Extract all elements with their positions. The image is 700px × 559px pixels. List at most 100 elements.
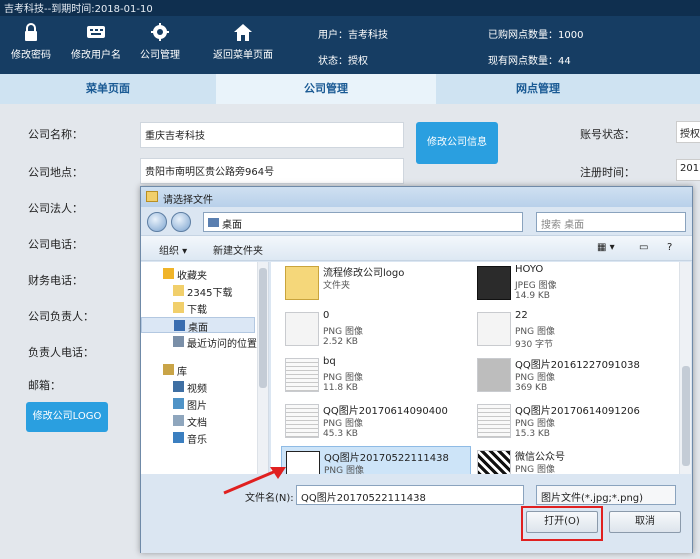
tree-item[interactable]: 下载 — [141, 300, 255, 316]
company-manage-label: 公司管理 — [140, 50, 180, 61]
view-icon[interactable]: ▦ ▾ — [597, 242, 615, 253]
address-bar[interactable]: 桌面 — [203, 212, 523, 232]
open-button-highlight — [521, 506, 603, 541]
tree-item-label: 桌面 — [188, 323, 208, 334]
file-item[interactable]: bq PNG 图像 11.8 KB — [281, 354, 471, 398]
help-icon[interactable]: ? — [667, 242, 672, 253]
tab-company[interactable]: 公司管理 — [216, 74, 436, 104]
tree-item[interactable]: 收藏夹 — [141, 266, 255, 282]
modify-info-button[interactable]: 修改公司信息 — [416, 122, 498, 164]
window-title: 吉考科技--到期时间:2018-01-10 — [4, 4, 153, 15]
file-list-scrollbar[interactable] — [679, 262, 691, 474]
search-input[interactable]: 搜索 桌面 — [536, 212, 686, 232]
file-item[interactable]: 流程修改公司logo 文件夹 — [281, 262, 471, 306]
file-type: JPEG 图像 — [515, 281, 557, 291]
user-info: 用户：吉考科技 — [318, 30, 388, 41]
image-thumbnail — [477, 358, 511, 392]
file-name: bq — [323, 356, 336, 367]
account-status-field[interactable]: 授权 — [676, 121, 700, 143]
modify-logo-button[interactable]: 修改公司LOGO — [26, 402, 108, 432]
back-to-menu-button[interactable]: 返回菜单页面 — [208, 22, 278, 68]
company-name-field[interactable]: 重庆吉考科技 — [140, 122, 404, 148]
image-thumbnail — [477, 312, 511, 346]
file-item[interactable]: QQ图片20170614090400 PNG 图像 45.3 KB — [281, 400, 471, 444]
image-thumbnail — [285, 358, 319, 392]
change-username-label: 修改用户名 — [71, 50, 121, 61]
file-item[interactable]: 微信公众号PNG 图像4.69 KB — [473, 446, 663, 474]
file-name: 22 — [515, 310, 528, 321]
file-item[interactable]: 22 PNG 图像 930 字节 — [473, 308, 663, 352]
tree-item[interactable]: 图片 — [141, 396, 255, 412]
tree-item[interactable]: 桌面 — [141, 317, 255, 334]
file-size: 11.8 KB — [323, 383, 358, 393]
tab-menu[interactable]: 菜单页面 — [0, 74, 216, 104]
change-password-button[interactable]: 修改密码 — [6, 22, 56, 68]
tab-bar: 菜单页面 公司管理 网点管理 — [0, 74, 700, 104]
company-address-field[interactable]: 贵阳市南明区贵公路旁964号 — [140, 158, 404, 184]
file-size: 14.9 KB — [515, 291, 550, 301]
folder-icon — [173, 285, 184, 296]
file-name: 微信公众号 — [515, 452, 565, 463]
preview-pane-icon[interactable]: ▭ — [639, 242, 648, 253]
file-item[interactable]: QQ图片20161227091038 PNG 图像 369 KB — [473, 354, 663, 398]
folder-icon — [146, 191, 158, 202]
file-name: QQ图片20170614091206 — [515, 406, 640, 417]
desktop-icon — [174, 320, 185, 331]
image-thumbnail — [477, 266, 511, 300]
tree-item-label: 最近访问的位置 — [187, 339, 257, 350]
document-icon — [173, 415, 184, 426]
address-row: 桌面 搜索 桌面 — [141, 207, 692, 235]
navigation-pane: 收藏夹 2345下载 下载桌面最近访问的位置库视频 图片文档音乐 — [141, 262, 269, 474]
file-item[interactable]: QQ图片20170614091206 PNG 图像 15.3 KB — [473, 400, 663, 444]
change-password-label: 修改密码 — [11, 50, 51, 61]
file-type: PNG 图像 — [515, 327, 555, 337]
dialog-title-bar: 请选择文件 — [141, 187, 692, 207]
register-time-label: 注册时间： — [580, 166, 635, 179]
tree-item[interactable]: 2345下载 — [141, 283, 255, 299]
tree-item[interactable]: 视频 — [141, 379, 255, 395]
picture-icon — [173, 398, 184, 409]
purchased-count: 已购网点数量：1000 — [488, 30, 584, 41]
tree-item-label: 音乐 — [187, 435, 207, 446]
tab-outlets[interactable]: 网点管理 — [436, 74, 640, 104]
image-thumbnail — [477, 450, 511, 474]
register-time-field[interactable]: 2017 — [676, 159, 700, 181]
company-manage-button[interactable]: 公司管理 — [136, 22, 184, 68]
new-folder-button[interactable]: 新建文件夹 — [213, 242, 263, 257]
navigation-scrollbar[interactable] — [257, 262, 268, 474]
email-label: 邮箱： — [28, 379, 61, 392]
tree-item-label: 文档 — [187, 418, 207, 429]
legal-person-label: 公司法人： — [28, 202, 83, 215]
forward-icon[interactable] — [171, 212, 191, 232]
file-type-select[interactable]: 图片文件(*.jpg;*.png) — [536, 485, 676, 505]
organize-button[interactable]: 组织 ▾ — [159, 242, 187, 257]
change-username-button[interactable]: 修改用户名 — [66, 22, 126, 68]
file-type: PNG 图像 — [515, 419, 555, 429]
manager-phone-label: 负责人电话： — [28, 346, 94, 359]
file-item[interactable]: HOYO JPEG 图像 14.9 KB — [473, 262, 663, 306]
tree-item[interactable]: 文档 — [141, 413, 255, 429]
file-size: 45.3 KB — [323, 429, 358, 439]
filename-input[interactable]: QQ图片20170522111438 — [296, 485, 524, 505]
file-list: 流程修改公司logo 文件夹 HOYO JPEG 图像 14.9 KB 0 PNG 图像 2.… — [271, 262, 679, 474]
app-header: 吉考科技--到期时间:2018-01-10 修改密码 修改用户名 公司管理 返回… — [0, 0, 700, 74]
tree-item[interactable]: 音乐 — [141, 430, 255, 446]
file-size: 15.3 KB — [515, 429, 550, 439]
tree-item[interactable]: 最近访问的位置 — [141, 334, 257, 350]
tree-item[interactable]: 库 — [141, 362, 255, 378]
folder-icon — [285, 266, 319, 300]
file-item[interactable]: QQ图片20170522111438PNG 图像14.3 KB — [281, 446, 471, 474]
library-icon — [163, 364, 174, 375]
tree-item-label: 2345下载 — [187, 288, 233, 299]
dialog-title: 请选择文件 — [163, 195, 213, 206]
file-size: 2.52 KB — [323, 337, 358, 347]
folder-icon — [173, 302, 184, 313]
star-icon — [163, 268, 174, 279]
cancel-button[interactable]: 取消 — [609, 511, 681, 533]
back-to-menu-label: 返回菜单页面 — [213, 50, 273, 61]
lock-icon — [25, 23, 37, 41]
file-item[interactable]: 0 PNG 图像 2.52 KB — [281, 308, 471, 352]
back-icon[interactable] — [147, 212, 167, 232]
finance-phone-label: 财务电话： — [28, 274, 83, 287]
video-icon — [173, 381, 184, 392]
